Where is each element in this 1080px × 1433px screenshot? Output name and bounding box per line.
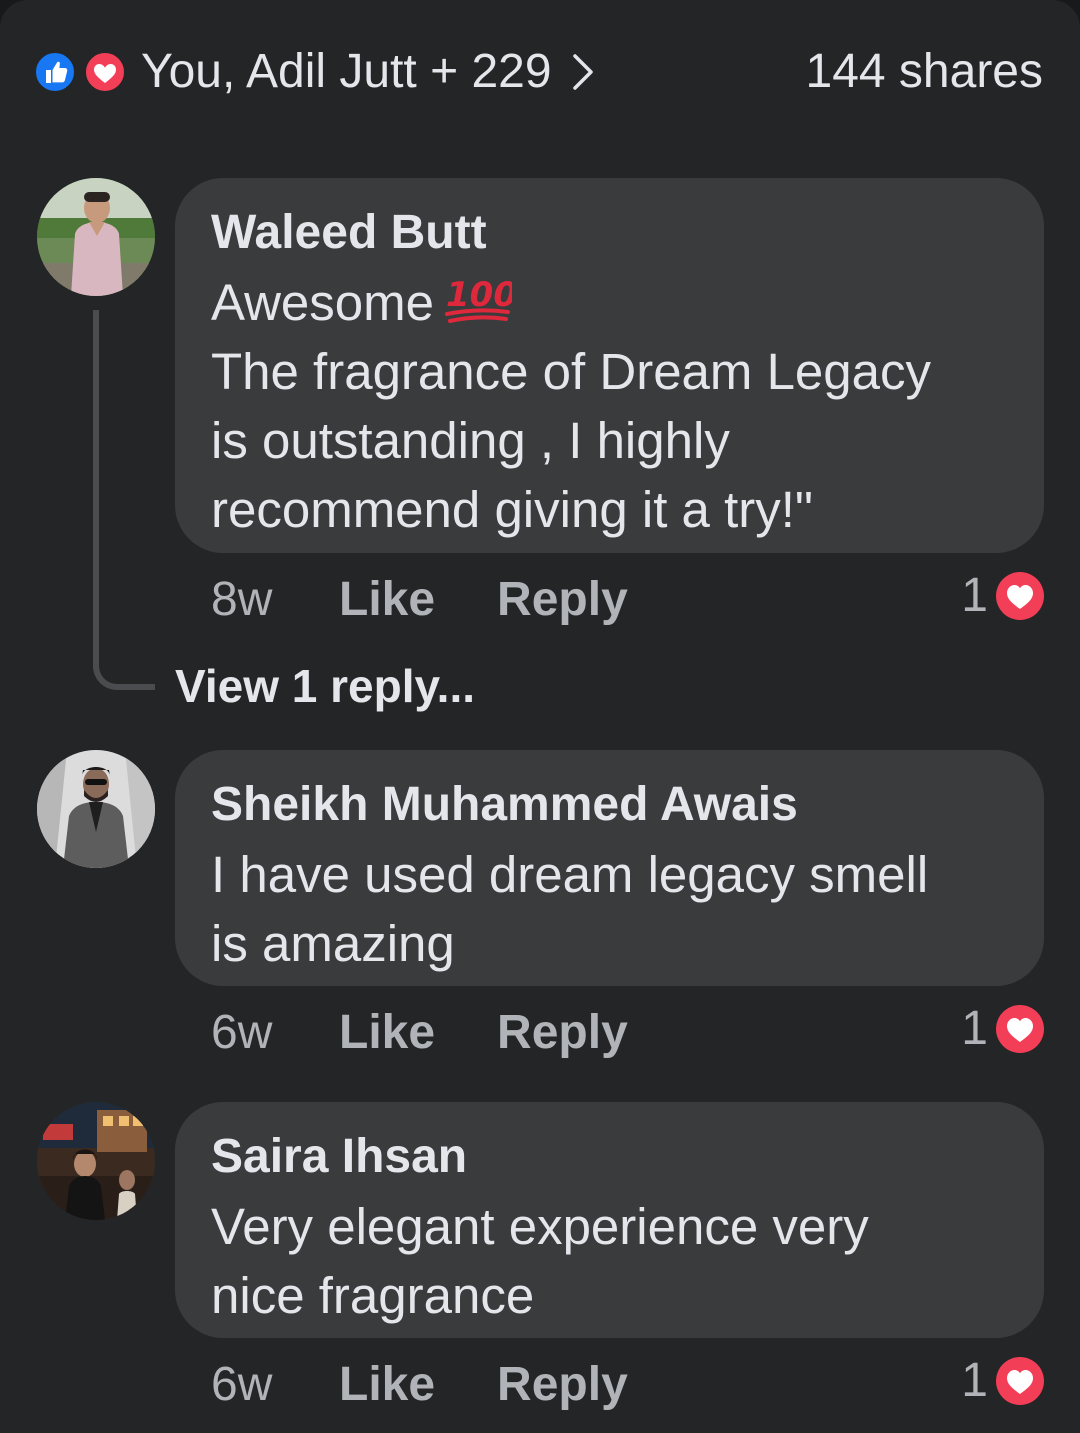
reaction-count: 1 <box>961 1354 988 1407</box>
comment-text-line: recommend giving it a try!" <box>211 481 813 538</box>
comment-text-line: is amazing <box>211 915 455 972</box>
comment-text-line: Very elegant experience very <box>211 1198 869 1255</box>
comment-timestamp: 6w <box>211 1006 273 1059</box>
comment-reactions[interactable]: 1 <box>961 566 1044 626</box>
love-icon <box>83 50 127 94</box>
love-reaction-icon <box>996 1005 1044 1053</box>
reaction-summary[interactable]: You, Adil Jutt + 229 <box>33 40 596 104</box>
reply-button[interactable]: Reply <box>497 570 628 630</box>
like-button[interactable]: Like <box>339 570 435 630</box>
like-button[interactable]: Like <box>339 1355 435 1415</box>
reaction-names: You, Adil Jutt + 229 <box>141 45 552 98</box>
comment-author[interactable]: Saira Ihsan <box>211 1122 1008 1192</box>
hundred-points-icon: 100 <box>445 275 512 323</box>
comment-author[interactable]: Sheikh Muhammed Awais <box>211 770 1008 840</box>
like-button[interactable]: Like <box>339 1003 435 1063</box>
comment-author[interactable]: Waleed Butt <box>211 198 1008 268</box>
comment-text-line: Awesome 100 <box>211 268 1008 337</box>
love-reaction-icon <box>996 1357 1044 1405</box>
avatar-waleed-butt[interactable] <box>37 178 155 296</box>
reaction-icons <box>33 47 131 97</box>
avatar-saira-ihsan[interactable] <box>37 1102 155 1220</box>
comment-bubble: Waleed Butt Awesome 100 The fragrance of… <box>175 178 1044 553</box>
shares-count[interactable]: 144 shares <box>806 40 1044 104</box>
view-replies-link[interactable]: View 1 reply... <box>175 656 475 716</box>
comment-timestamp: 6w <box>211 1358 273 1411</box>
like-icon <box>33 50 77 94</box>
comment-actions: 6w Like Reply <box>211 1003 690 1063</box>
reply-button[interactable]: Reply <box>497 1355 628 1415</box>
avatar-sheikh-muhammed-awais[interactable] <box>37 750 155 868</box>
comment-bubble: Saira Ihsan Very elegant experience very… <box>175 1102 1044 1338</box>
reactions-bar: You, Adil Jutt + 229 144 shares <box>33 40 1043 104</box>
comment-reactions[interactable]: 1 <box>961 1351 1044 1411</box>
love-reaction-icon <box>996 572 1044 620</box>
reaction-count: 1 <box>961 569 988 622</box>
comment-text-fragment: Awesome <box>211 274 435 331</box>
thread-connector <box>93 310 155 690</box>
comment-bubble: Sheikh Muhammed Awais I have used dream … <box>175 750 1044 986</box>
comment-actions: 8w Like Reply <box>211 570 690 630</box>
comment-text-line: The fragrance of Dream Legacy <box>211 343 932 400</box>
comment-text-line: is outstanding , I highly <box>211 412 730 469</box>
comment-text-line: nice fragrance <box>211 1267 535 1324</box>
comment-reactions[interactable]: 1 <box>961 999 1044 1059</box>
comments-panel: You, Adil Jutt + 229 144 shares Waleed B… <box>0 0 1080 1433</box>
comment-timestamp: 8w <box>211 573 273 626</box>
reaction-count: 1 <box>961 1002 988 1055</box>
comment-actions: 6w Like Reply <box>211 1355 690 1415</box>
chevron-right-icon <box>572 54 593 90</box>
comment-text-line: I have used dream legacy smell <box>211 846 929 903</box>
reply-button[interactable]: Reply <box>497 1003 628 1063</box>
